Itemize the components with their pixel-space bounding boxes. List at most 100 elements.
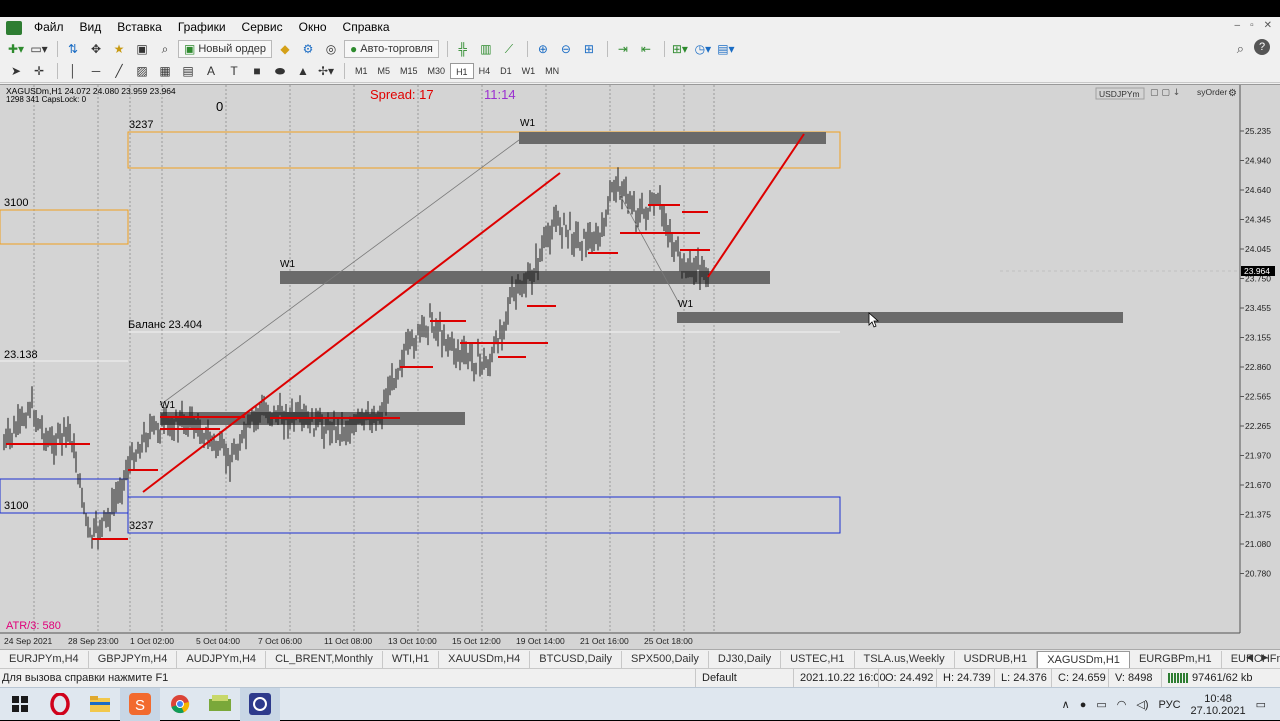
auto-trading-button[interactable]: ● Авто-торговля [344, 39, 439, 58]
metatrader-taskbar-button[interactable] [240, 687, 280, 721]
metaeditor-button[interactable]: ◆ [275, 40, 295, 58]
resistance-zone-3100[interactable] [0, 209, 129, 245]
close-icon[interactable]: ✕ [1264, 20, 1272, 31]
w1-zone-low[interactable] [677, 312, 1123, 323]
chart-shift-button[interactable]: ⇤ [636, 40, 656, 58]
profiles-button[interactable]: ▭▾ [29, 40, 49, 58]
tray-chevron-icon[interactable]: ∧ [1062, 698, 1070, 711]
market-watch-button[interactable]: ⇅ [63, 40, 83, 58]
settings-gear-icon[interactable]: ⚙ [1228, 88, 1237, 99]
tray-language[interactable]: РУС [1159, 699, 1181, 711]
crosshair-button[interactable]: ✛ [29, 62, 49, 80]
symbol-tab[interactable]: XAGUSDm,H1 [1037, 650, 1130, 668]
zoom-out-button[interactable]: ⊖ [556, 40, 576, 58]
timeframe-m15[interactable]: M15 [395, 63, 423, 79]
tab-scroll-arrows-icon[interactable]: ◀▶ [1246, 652, 1276, 663]
navigator-button[interactable]: ★ [109, 40, 129, 58]
tile-windows-button[interactable]: ⊞ [579, 40, 599, 58]
app-taskbar-button-s[interactable]: S [120, 687, 160, 721]
restore-icon[interactable]: ▫ [1250, 20, 1254, 31]
channel-button[interactable]: ▨ [132, 62, 152, 80]
timeframe-d1[interactable]: D1 [495, 63, 517, 79]
symbol-tab[interactable]: BTCUSD,Daily [530, 650, 623, 668]
symbol-tab[interactable]: XAUUSDm,H4 [439, 650, 531, 668]
terminal-taskbar-button[interactable] [200, 688, 240, 721]
templates-button[interactable]: ▤▾ [716, 40, 736, 58]
menu-charts[interactable]: Графики [170, 17, 234, 38]
tray-network-icon[interactable]: ◠ [1117, 698, 1127, 711]
w1-zone-top[interactable] [519, 132, 826, 144]
line-chart-button[interactable]: ⟋ [499, 40, 519, 58]
timeframe-mn[interactable]: MN [540, 63, 564, 79]
timeframe-w1[interactable]: W1 [517, 63, 541, 79]
symbol-tab[interactable]: AUDJPYm,H4 [177, 650, 267, 668]
price-chart[interactable]: 25.235 24.940 24.640 24.345 24.045 23.750 23.4… [0, 84, 1280, 649]
symbol-tab[interactable]: EURGBPm,H1 [1130, 650, 1222, 668]
menu-view[interactable]: Вид [72, 17, 110, 38]
timeframe-h1[interactable]: H1 [450, 63, 474, 79]
red-trendline-projection[interactable] [707, 133, 805, 278]
periods-button[interactable]: ◷▾ [693, 40, 713, 58]
chrome-taskbar-button[interactable] [160, 688, 200, 721]
chart-canvas[interactable]: 25.23524.94024.64024.34524.04523.75023.4… [0, 85, 1280, 650]
tray-volume-icon[interactable]: ◁) [1136, 698, 1148, 711]
horizontal-line-button[interactable]: ─ [86, 62, 106, 80]
symbol-tab[interactable]: WTI,H1 [383, 650, 440, 668]
vertical-line-button[interactable]: │ [63, 62, 83, 80]
symbol-tab[interactable]: GBPJPYm,H4 [89, 650, 178, 668]
menu-window[interactable]: Окно [291, 17, 335, 38]
tray-app-icon[interactable]: ● [1080, 699, 1087, 711]
support-zone-3237[interactable] [127, 496, 841, 534]
tester-button[interactable]: ⌕ [155, 40, 175, 58]
triangle-button[interactable]: ▲ [293, 62, 313, 80]
timeframe-m5[interactable]: M5 [373, 63, 396, 79]
notifications-icon[interactable]: ▭ [1256, 698, 1266, 711]
start-button[interactable] [0, 688, 40, 721]
minimize-icon[interactable]: – [1235, 20, 1241, 31]
signals-button[interactable]: ⚙ [298, 40, 318, 58]
shapes-button[interactable]: ✢▾ [316, 62, 336, 80]
timeframe-m1[interactable]: M1 [350, 63, 373, 79]
bar-chart-button[interactable]: ╬ [453, 40, 473, 58]
symbol-tab[interactable]: TSLA.us,Weekly [855, 650, 955, 668]
symbol-tab[interactable]: CL_BRENT,Monthly [266, 650, 383, 668]
terminal-button[interactable]: ▣ [132, 40, 152, 58]
rectangle-button[interactable]: ■ [247, 62, 267, 80]
tray-clock[interactable]: 10:48 27.10.2021 [1191, 693, 1246, 717]
search-icon[interactable]: ⌕ [1237, 41, 1244, 57]
timeframe-h4[interactable]: H4 [474, 63, 496, 79]
explorer-taskbar-button[interactable] [80, 688, 120, 721]
tray-display-icon[interactable]: ▭ [1096, 698, 1106, 711]
zoom-in-button[interactable]: ⊕ [533, 40, 553, 58]
data-window-button[interactable]: ✥ [86, 40, 106, 58]
status-profile[interactable]: Default [695, 668, 793, 688]
trendline-button[interactable]: ╱ [109, 62, 129, 80]
symbol-tab[interactable]: SPX500,Daily [622, 650, 709, 668]
indicators-button[interactable]: ⊞▾ [670, 40, 690, 58]
menu-insert[interactable]: Вставка [109, 17, 170, 38]
menu-tools[interactable]: Сервис [234, 17, 291, 38]
symbol-tab[interactable]: DJ30,Daily [709, 650, 782, 668]
new-chart-button[interactable]: ✚▾ [6, 40, 26, 58]
menu-file[interactable]: Файл [26, 17, 72, 38]
account-icon[interactable]: ? [1254, 39, 1270, 55]
status-connection[interactable]: 97461/62 kb [1161, 668, 1280, 688]
text-button[interactable]: A [201, 62, 221, 80]
autoscroll-button[interactable]: ⇥ [613, 40, 633, 58]
new-order-button[interactable]: ▣ Новый ордер [178, 39, 272, 58]
folder-icon: ★ [113, 41, 125, 56]
opera-taskbar-button[interactable] [40, 688, 80, 721]
symbol-tab[interactable]: USTEC,H1 [781, 650, 855, 668]
symbol-tab[interactable]: EURJPYm,H4 [0, 650, 89, 668]
grid-button[interactable]: ▦ [155, 62, 175, 80]
market-button[interactable]: ◎ [321, 40, 341, 58]
candle-chart-button[interactable]: ▥ [476, 40, 496, 58]
menu-help[interactable]: Справка [335, 17, 398, 38]
fibo-button[interactable]: ▤ [178, 62, 198, 80]
ellipse-button[interactable]: ⬬ [270, 62, 290, 80]
symbol-tab[interactable]: USDRUB,H1 [955, 650, 1038, 668]
timeframe-m30[interactable]: M30 [423, 63, 451, 79]
cursor-button[interactable]: ➤ [6, 62, 26, 80]
overlay-controls-icon[interactable]: ▢ ▢ ↓ [1150, 88, 1180, 98]
label-button[interactable]: T [224, 62, 244, 80]
